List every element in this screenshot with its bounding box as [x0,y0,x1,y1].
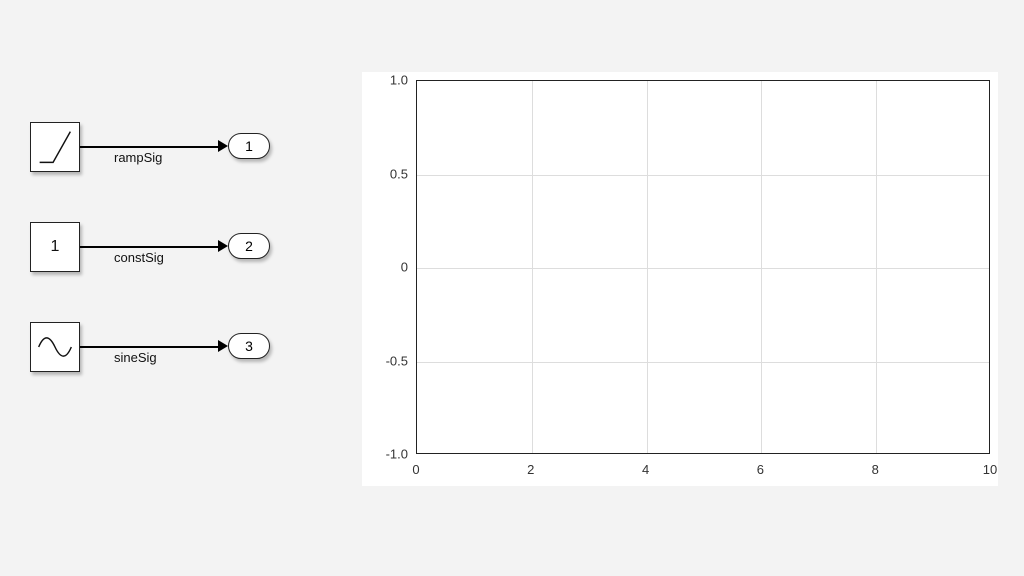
y-tick-label: 0 [368,260,408,275]
constant-source-block[interactable]: 1 [30,222,80,272]
signal-label-sine[interactable]: sineSig [114,350,157,365]
y-tick-label: 0.5 [368,166,408,181]
outport-2-number: 2 [245,238,253,254]
x-tick-label: 10 [983,462,997,477]
wire-ramp[interactable] [80,146,220,148]
arrow-head-icon [218,140,228,152]
y-tick-label: -1.0 [368,447,408,462]
signal-label-ramp[interactable]: rampSig [114,150,162,165]
x-tick-label: 0 [412,462,419,477]
x-tick-label: 4 [642,462,649,477]
constant-value-label: 1 [31,223,79,271]
scope-chart[interactable]: 0 2 4 6 8 10 -1.0 -0.5 0 0.5 1.0 [362,72,998,486]
wire-sine[interactable] [80,346,220,348]
x-tick-label: 6 [757,462,764,477]
outport-1[interactable]: 1 [228,133,270,159]
outport-3[interactable]: 3 [228,333,270,359]
sine-source-block[interactable] [30,322,80,372]
arrow-head-icon [218,240,228,252]
x-tick-label: 8 [872,462,879,477]
signal-label-const[interactable]: constSig [114,250,164,265]
ramp-source-block[interactable] [30,122,80,172]
outport-3-number: 3 [245,338,253,354]
x-tick-label: 2 [527,462,534,477]
ramp-icon [31,123,79,171]
wire-const[interactable] [80,246,220,248]
simulink-canvas[interactable]: rampSig 1 1 constSig 2 sineSig 3 0 2 4 6 8 10… [0,0,1024,576]
plot-area [416,80,990,454]
arrow-head-icon [218,340,228,352]
sine-wave-icon [31,323,79,371]
outport-2[interactable]: 2 [228,233,270,259]
y-tick-label: 1.0 [368,73,408,88]
outport-1-number: 1 [245,138,253,154]
y-tick-label: -0.5 [368,353,408,368]
